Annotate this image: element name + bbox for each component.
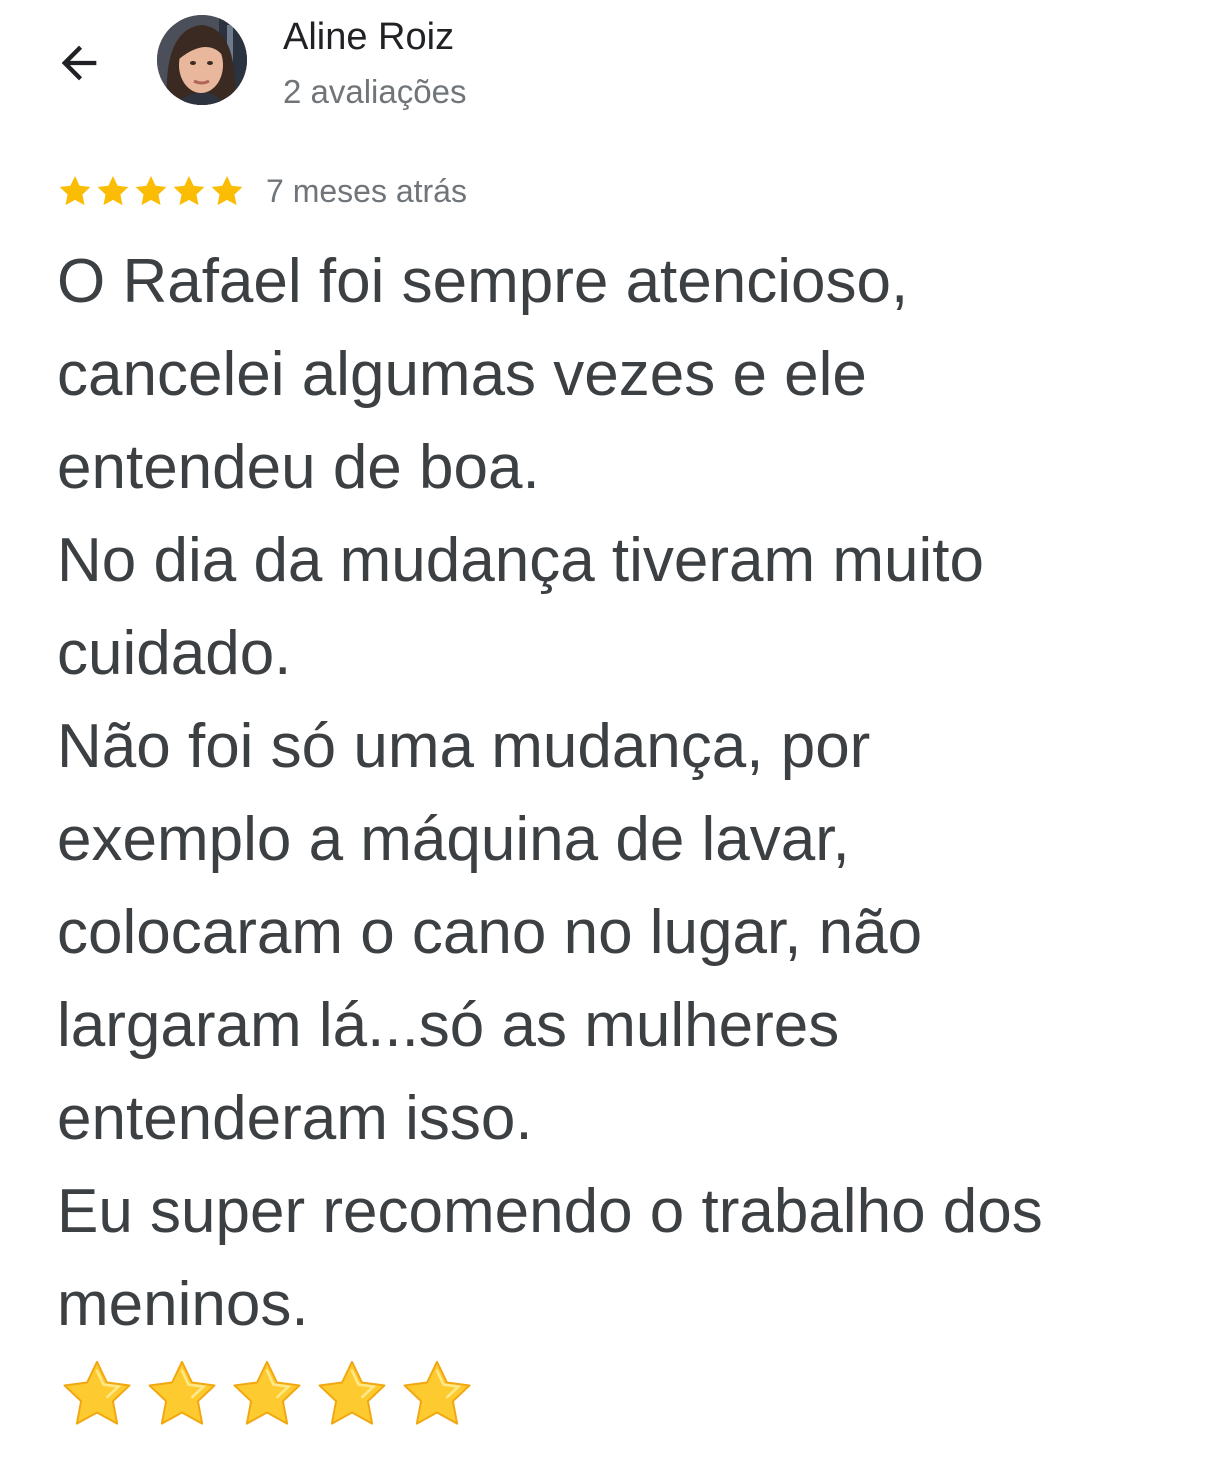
back-button[interactable] xyxy=(44,28,114,98)
star-emoji-icon xyxy=(318,1360,386,1425)
emoji-stars xyxy=(58,1356,483,1434)
star-icon xyxy=(173,175,205,206)
review-date: 7 meses atrás xyxy=(266,173,467,209)
star-icon xyxy=(97,175,129,206)
star-emoji-icon xyxy=(63,1360,131,1425)
star-emoji-icon xyxy=(403,1360,471,1425)
star-rating xyxy=(56,172,246,210)
reviewer-name[interactable]: Aline Roiz xyxy=(283,14,454,60)
review-count: 2 avaliações xyxy=(283,73,467,110)
arrow-back-icon xyxy=(61,45,97,81)
star-icon xyxy=(211,175,243,206)
review-header: Aline Roiz 2 avaliações xyxy=(0,0,1220,130)
star-icon xyxy=(135,175,167,206)
star-emoji-icon xyxy=(233,1360,301,1425)
star-emoji-icon xyxy=(148,1360,216,1425)
review-text: O Rafael foi sempre atencioso, cancelei … xyxy=(57,247,1043,1339)
avatar[interactable] xyxy=(157,15,247,105)
profile-photo xyxy=(157,15,247,105)
star-icon xyxy=(59,175,91,206)
rating-row: 7 meses atrás xyxy=(56,168,467,214)
